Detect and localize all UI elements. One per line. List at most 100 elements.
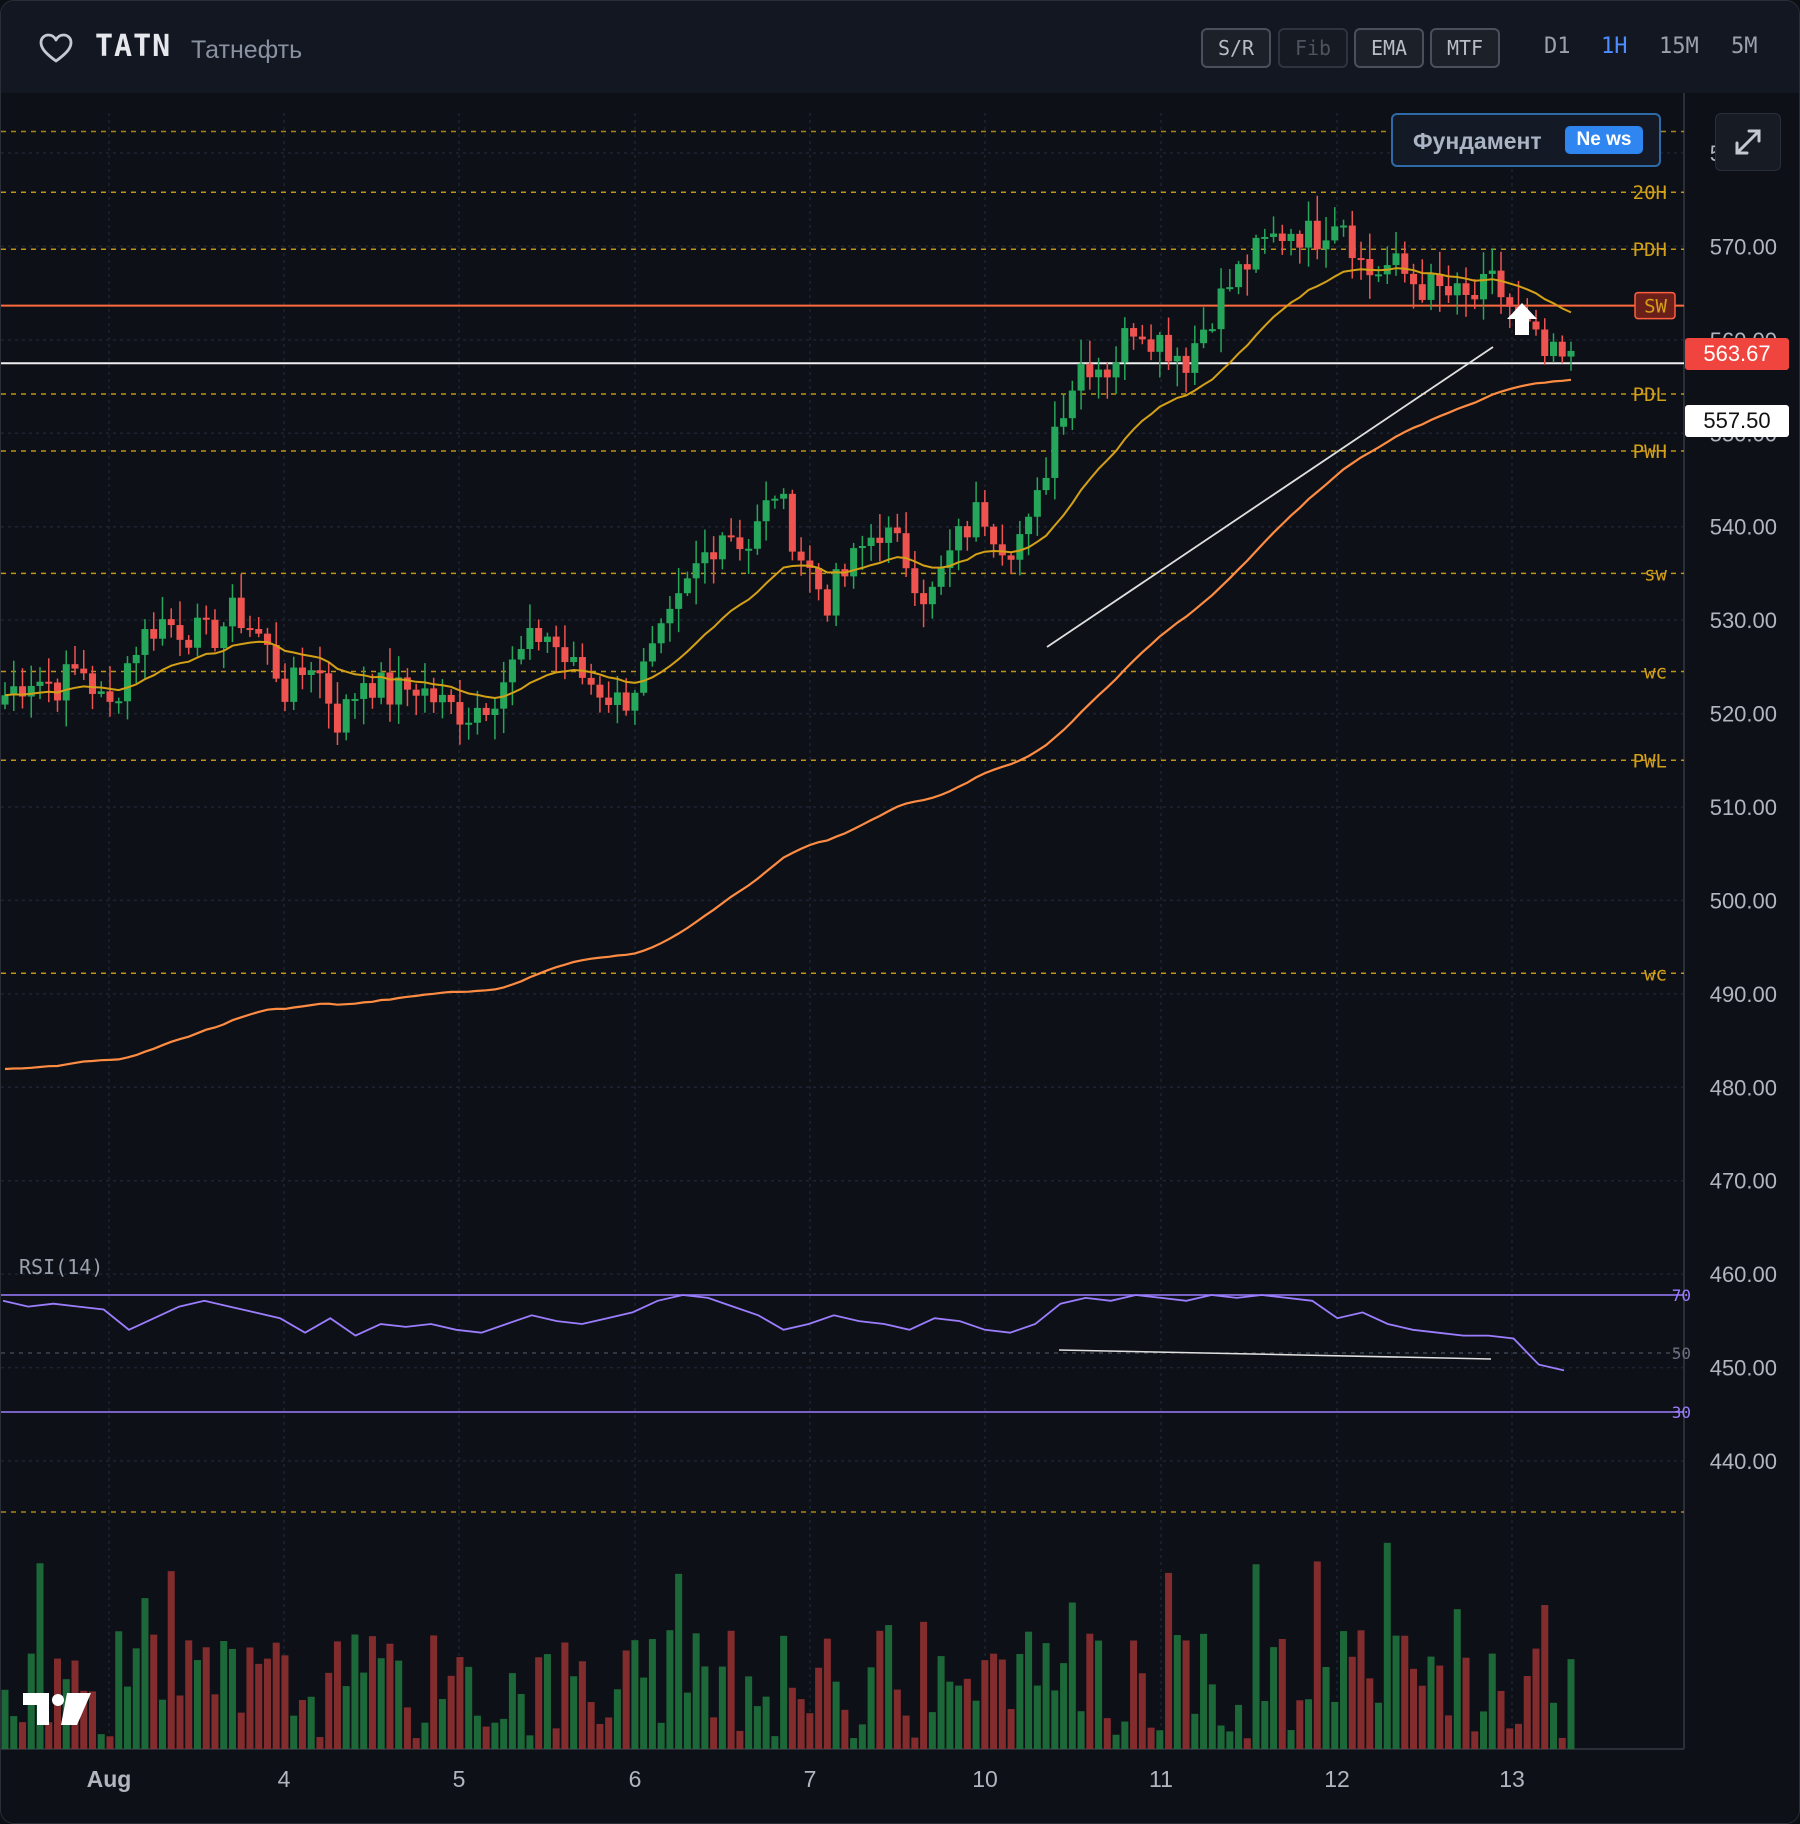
candle-body: [115, 701, 123, 704]
volume-bar: [10, 1716, 18, 1749]
volume-bar: [570, 1676, 578, 1749]
candle-body: [508, 659, 516, 683]
candle-body: [876, 537, 884, 543]
timeframe-15m[interactable]: 15M: [1659, 34, 1699, 59]
candle-body: [1243, 264, 1251, 270]
volume-bar: [307, 1696, 315, 1749]
price-axis-label: 500.00: [1710, 888, 1777, 913]
candle-body: [613, 692, 621, 705]
candle-body: [955, 526, 963, 551]
volume-bar: [771, 1736, 779, 1749]
volume-bar: [342, 1686, 350, 1749]
candle-body: [1208, 329, 1216, 332]
candle-body: [552, 636, 560, 648]
volume-bar: [605, 1717, 613, 1749]
volume-bar: [351, 1634, 359, 1749]
ema-button[interactable]: EMA: [1354, 28, 1424, 68]
candle-body: [543, 636, 551, 642]
candle-body: [666, 608, 674, 624]
volume-bar: [1550, 1702, 1558, 1749]
volume-bar: [1383, 1542, 1391, 1749]
volume-bar: [920, 1621, 928, 1749]
volume-bar: [1331, 1701, 1339, 1749]
volume-bar: [587, 1702, 595, 1749]
candle-body: [412, 689, 420, 696]
candle-body: [438, 694, 446, 703]
candle-body: [605, 697, 613, 705]
volume-bar: [727, 1630, 735, 1749]
volume-bar: [648, 1639, 656, 1749]
volume-bar: [272, 1642, 280, 1749]
candle-body: [596, 684, 604, 698]
candle-body: [1, 695, 9, 705]
volume-bar: [430, 1635, 438, 1749]
date-axis-label: 10: [972, 1766, 998, 1792]
volume-bar: [981, 1660, 989, 1749]
candle-body: [1270, 233, 1278, 237]
expand-icon: [1735, 129, 1761, 155]
volume-bar: [1340, 1631, 1348, 1749]
volume-bar: [1033, 1685, 1041, 1749]
volume-bar: [675, 1573, 683, 1749]
timeframe-1h[interactable]: 1H: [1601, 34, 1628, 59]
volume-bar: [596, 1723, 604, 1749]
volume-bar: [202, 1647, 210, 1749]
volume-bar: [1165, 1572, 1173, 1749]
volume-bar: [1506, 1728, 1514, 1749]
candle-body: [745, 548, 753, 551]
volume-bar: [115, 1631, 123, 1749]
candle-body: [972, 502, 980, 538]
price-chart[interactable]: 580.00570.00560.00550.00540.00530.00520.…: [1, 93, 1800, 1824]
fundament-news-button[interactable]: Фундамент Ne ws: [1391, 113, 1661, 167]
volume-bar: [1182, 1640, 1190, 1749]
candle-body: [587, 677, 595, 685]
candle-body: [1042, 477, 1050, 491]
candle-body: [1462, 283, 1470, 296]
fib-button[interactable]: Fib: [1278, 28, 1348, 68]
candle-body: [815, 567, 823, 590]
volume-bar: [963, 1678, 971, 1749]
candle-body: [1182, 355, 1190, 373]
candle-body: [1480, 273, 1488, 300]
timeframe-5m[interactable]: 5M: [1731, 34, 1758, 59]
candle-body: [220, 626, 228, 648]
candle-body: [132, 654, 140, 664]
candle-body: [1401, 253, 1409, 274]
timeframe-d1[interactable]: D1: [1544, 34, 1571, 59]
candle-body: [333, 703, 341, 733]
volume-bar: [132, 1648, 140, 1749]
volume-bar: [473, 1715, 481, 1749]
candle-body: [290, 667, 298, 702]
volume-bar: [876, 1630, 884, 1749]
candle-body: [1007, 555, 1015, 560]
candle-body: [1445, 286, 1453, 296]
mtf-button[interactable]: MTF: [1430, 28, 1500, 68]
volume-bar: [1392, 1635, 1400, 1749]
rsi-title: RSI(14): [19, 1255, 103, 1279]
volume-bar: [360, 1672, 368, 1749]
volume-bar: [692, 1633, 700, 1749]
candle-body: [1235, 264, 1243, 288]
candle-body: [1068, 390, 1076, 419]
volume-bar: [97, 1734, 105, 1749]
candle-body: [80, 668, 88, 674]
candle-body: [325, 673, 333, 704]
candle-body: [1313, 220, 1321, 250]
level-label: PDH: [1633, 239, 1667, 261]
candle-body: [351, 698, 359, 701]
candle-body: [1375, 274, 1383, 277]
sr-button[interactable]: S/R: [1201, 28, 1271, 68]
candle-body: [272, 644, 280, 679]
volume-bar: [1453, 1609, 1461, 1749]
company-name: Татнефть: [191, 36, 303, 64]
volume-bar: [1558, 1737, 1566, 1749]
candle-body: [1348, 225, 1356, 259]
volume-bar: [1121, 1721, 1129, 1749]
expand-button[interactable]: [1715, 113, 1781, 171]
volume-bar: [1497, 1690, 1505, 1749]
candle-body: [1033, 490, 1041, 517]
heart-icon[interactable]: [39, 33, 73, 63]
volume-bar: [788, 1687, 796, 1749]
date-axis-label: 6: [629, 1766, 642, 1792]
volume-bar: [298, 1700, 306, 1749]
